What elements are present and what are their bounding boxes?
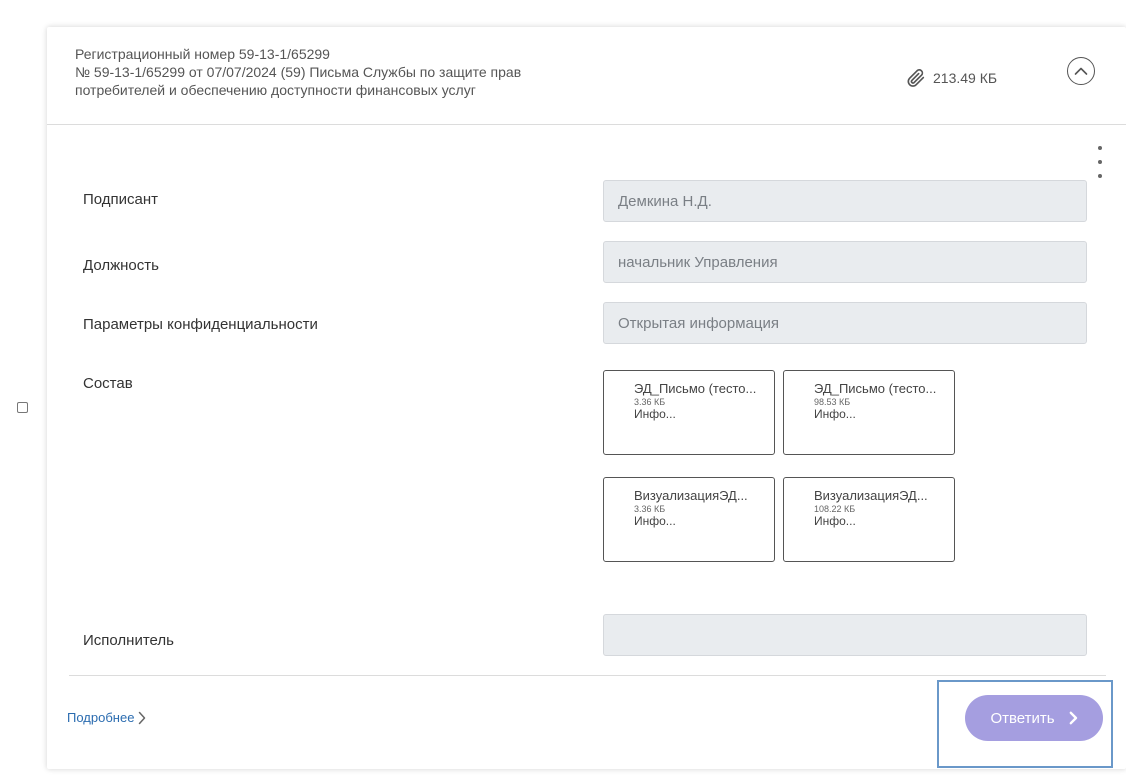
- file-name: ЭД_Письмо (тесто...: [814, 381, 937, 396]
- row-select-checkbox[interactable]: [17, 402, 28, 413]
- confidentiality-field[interactable]: Открытая информация: [603, 302, 1087, 344]
- file-name: ЭД_Письмо (тесто...: [634, 381, 757, 396]
- card-header: Регистрационный номер 59-13-1/65299 № 59…: [47, 27, 1126, 125]
- attachment-info[interactable]: 213.49 КБ: [905, 67, 997, 89]
- file-card[interactable]: ВизуализацияЭД... 108.22 КБ Инфо...: [783, 477, 955, 562]
- confidentiality-label: Параметры конфиденциальности: [83, 316, 318, 333]
- position-label: Должность: [83, 257, 159, 274]
- file-size: 108.22 КБ: [814, 504, 856, 514]
- composition-label: Состав: [83, 375, 133, 392]
- chevron-right-icon: [1069, 711, 1077, 725]
- file-name: ВизуализацияЭД...: [814, 488, 928, 503]
- registration-number: Регистрационный номер 59-13-1/65299: [75, 46, 330, 62]
- kebab-menu-icon: [1098, 146, 1102, 150]
- file-class: Инфо...: [814, 407, 856, 421]
- more-options-button[interactable]: [1093, 146, 1107, 178]
- file-card[interactable]: ЭД_Письмо (тесто... 98.53 КБ Инфо...: [783, 370, 955, 455]
- attachment-size: 213.49 КБ: [933, 70, 998, 86]
- file-size: 3.36 КБ: [634, 504, 666, 514]
- more-details-label: Подробнее: [67, 710, 135, 725]
- file-class: Инфо...: [814, 514, 856, 528]
- document-description-line2: потребителей и обеспечению доступности ф…: [75, 82, 476, 98]
- paperclip-icon: [907, 69, 925, 87]
- more-details-link[interactable]: Подробнее: [67, 710, 146, 725]
- document-description-line1: № 59-13-1/65299 от 07/07/2024 (59) Письм…: [75, 64, 522, 80]
- document-title: Регистрационный номер 59-13-1/65299 № 59…: [75, 45, 521, 99]
- file-class: Инфо...: [634, 407, 676, 421]
- footer-divider: [69, 675, 1106, 676]
- file-card[interactable]: ЭД_Письмо (тесто... 3.36 КБ Инфо...: [603, 370, 775, 455]
- reply-button[interactable]: Ответить: [965, 695, 1103, 741]
- collapse-button[interactable]: [1067, 57, 1095, 85]
- reply-button-label: Ответить: [990, 709, 1055, 727]
- chevron-up-icon: [1074, 67, 1088, 75]
- file-size: 3.36 КБ: [634, 397, 666, 407]
- file-card[interactable]: ВизуализацияЭД... 3.36 КБ Инфо...: [603, 477, 775, 562]
- file-name: ВизуализацияЭД...: [634, 488, 748, 503]
- signer-field[interactable]: Демкина Н.Д.: [603, 180, 1087, 222]
- executor-label: Исполнитель: [83, 632, 174, 649]
- executor-field[interactable]: [603, 614, 1087, 656]
- document-card: Регистрационный номер 59-13-1/65299 № 59…: [47, 27, 1126, 769]
- file-class: Инфо...: [634, 514, 676, 528]
- signer-label: Подписант: [83, 191, 159, 208]
- position-field[interactable]: начальник Управления: [603, 241, 1087, 283]
- file-size: 98.53 КБ: [814, 397, 851, 407]
- chevron-right-icon: [139, 711, 146, 724]
